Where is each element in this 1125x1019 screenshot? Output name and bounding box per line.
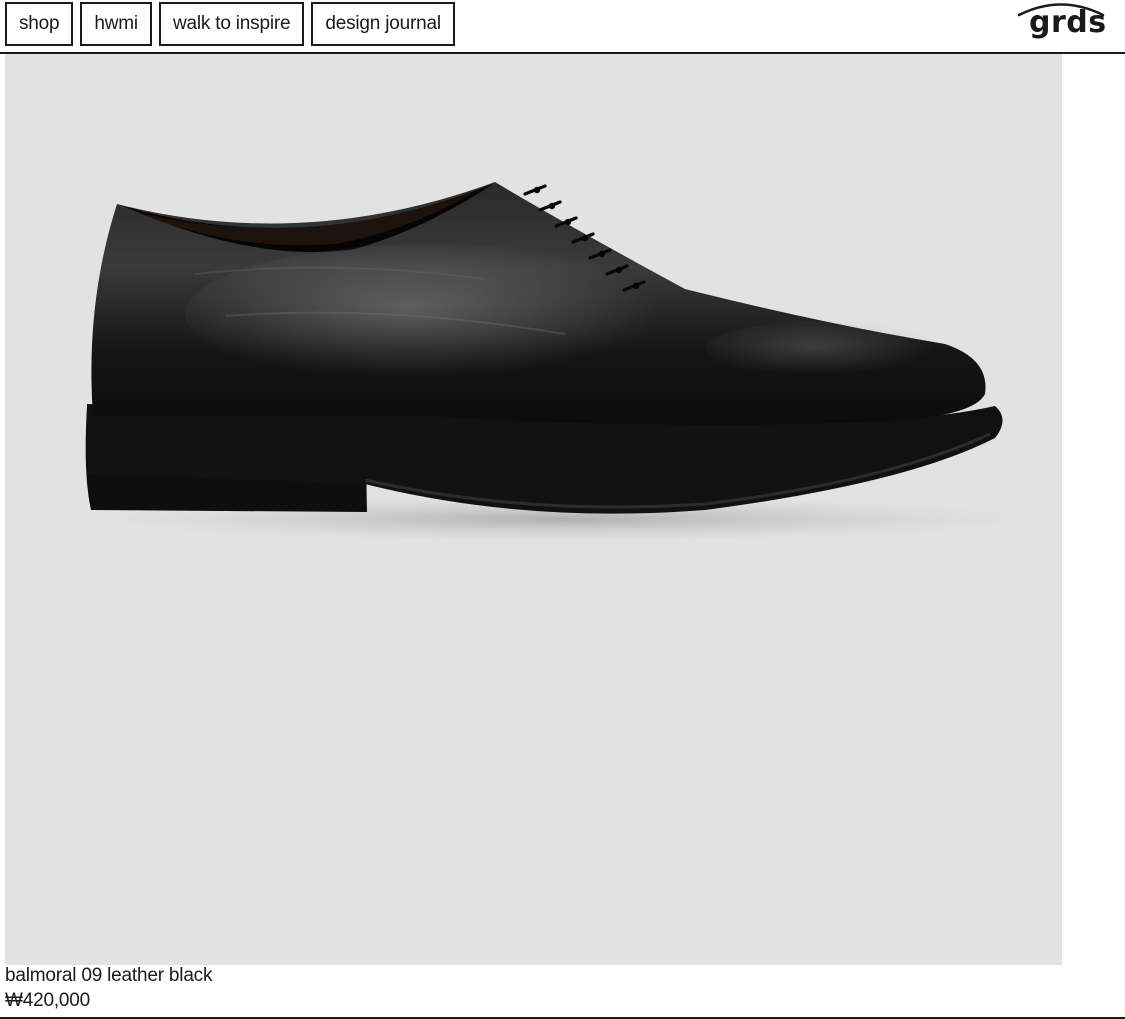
product-listing-page: shop hwmi walk to inspire design journal… <box>0 0 1125 1019</box>
product-image[interactable] <box>5 54 1062 965</box>
logo-wordmark: grds <box>1029 5 1107 40</box>
nav-item-walk-to-inspire[interactable]: walk to inspire <box>158 2 305 46</box>
nav-item-hwmi[interactable]: hwmi <box>80 2 152 46</box>
nav-item-design-journal[interactable]: design journal <box>311 2 455 46</box>
product-price: ₩420,000 <box>5 990 91 1011</box>
shoe-image-icon <box>85 182 1025 541</box>
main-nav: shop hwmi walk to inspire design journal <box>5 2 455 46</box>
top-navigation-bar: shop hwmi walk to inspire design journal… <box>0 0 1125 54</box>
product-name[interactable]: balmoral 09 leather black <box>5 964 212 988</box>
nav-item-shop[interactable]: shop <box>5 2 74 46</box>
brand-logo[interactable]: grds <box>1015 0 1107 46</box>
